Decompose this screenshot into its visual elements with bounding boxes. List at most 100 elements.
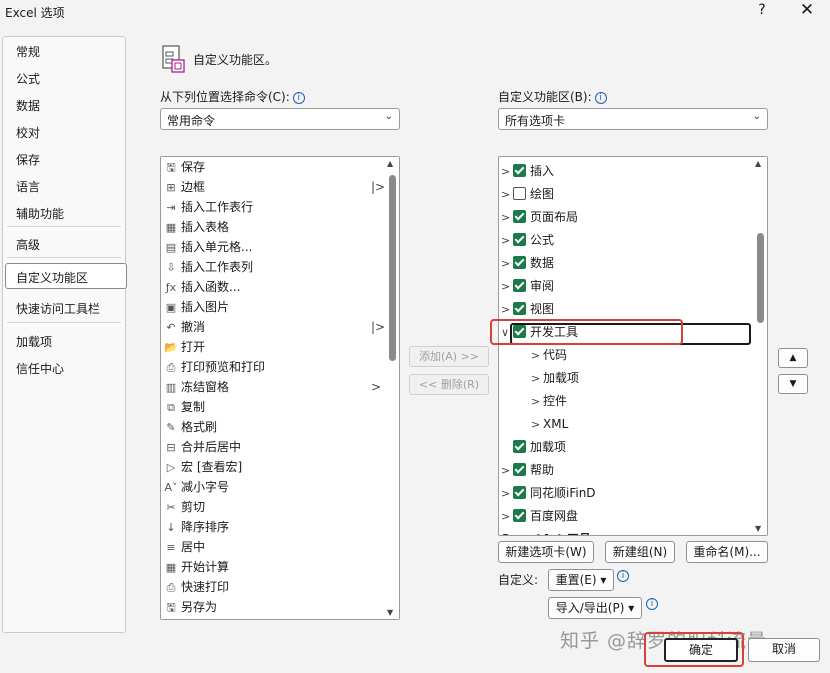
command-item[interactable]: ▷ 宏 [查看宏] <box>163 457 242 477</box>
ribbon-tabs-dropdown[interactable]: 所有选项卡 ⌄ <box>498 108 768 130</box>
new-tab-button[interactable]: 新建选项卡(W) <box>498 541 594 563</box>
commands-source-dropdown[interactable]: 常用命令 ⌄ <box>160 108 400 130</box>
commands-list[interactable]: ▲ ▼ 🖫 保存 ⊞ 边框 |> ⇥ 插入工作表行 ▦ 插入表格 ▤ 插入单元格... ⇩ 插入工作表列… <box>160 156 400 620</box>
expand-icon[interactable]: > <box>531 414 543 436</box>
add-button[interactable]: 添加(A) >> <box>409 346 489 367</box>
tab-checkbox[interactable] <box>513 302 526 315</box>
ribbon-tab-item[interactable]: > 百度网盘 <box>501 505 578 527</box>
category-language[interactable]: 语言 <box>16 178 40 195</box>
expand-icon[interactable]: > <box>501 253 513 275</box>
ribbon-tab-item[interactable]: > 公式 <box>501 229 554 251</box>
ribbon-tabs-tree[interactable]: ▲ ▼ > 插入 > 绘图 > 页面布局 > 公式 > 数据 > 审阅 > 视图 ∨ 开发工具 > 代码 > 加载项 >… <box>498 156 768 536</box>
command-item[interactable]: 🖫 另存为 <box>163 597 217 617</box>
command-item[interactable]: ✎ 格式刷 <box>163 417 217 437</box>
tabs-scrollbar[interactable]: ▲ ▼ <box>754 157 766 535</box>
scroll-up-icon[interactable]: ▲ <box>755 159 761 168</box>
category-proofing[interactable]: 校对 <box>16 124 40 141</box>
expand-icon[interactable]: > <box>501 207 513 229</box>
tab-checkbox[interactable] <box>513 164 526 177</box>
help-button[interactable]: ? <box>752 2 772 22</box>
command-item[interactable]: ⊟ 合并后居中 <box>163 437 241 457</box>
ribbon-tab-item[interactable]: > 插入 <box>501 160 554 182</box>
scroll-down-icon[interactable]: ▼ <box>755 524 761 533</box>
remove-button[interactable]: << 删除(R) <box>409 374 489 395</box>
command-item[interactable]: ⎙ 快速打印 <box>163 577 229 597</box>
category-trust-center[interactable]: 信任中心 <box>16 360 64 377</box>
tab-checkbox[interactable] <box>513 187 526 200</box>
category-quick-access[interactable]: 快速访问工具栏 <box>16 300 100 317</box>
tab-checkbox[interactable] <box>513 509 526 522</box>
command-item[interactable]: ⎙ 打印预览和打印 <box>163 357 265 377</box>
command-item[interactable]: ⇥ 插入工作表行 <box>163 197 253 217</box>
ribbon-tab-item[interactable]: > 视图 <box>501 298 554 320</box>
tab-checkbox[interactable] <box>513 233 526 246</box>
expand-icon[interactable]: > <box>501 506 513 528</box>
expand-icon[interactable]: > <box>501 460 513 482</box>
info-icon[interactable]: i <box>292 92 305 104</box>
info-icon[interactable]: i <box>646 598 658 610</box>
expand-icon[interactable]: > <box>501 184 513 206</box>
command-item[interactable]: ⊞ 边框 |> <box>163 177 385 197</box>
expand-icon[interactable]: > <box>501 161 513 183</box>
command-item[interactable]: ƒx 插入函数... <box>163 277 241 297</box>
ribbon-group-item[interactable]: > 控件 <box>531 390 567 412</box>
move-up-button[interactable]: ▲ <box>778 348 808 368</box>
ribbon-group-item[interactable]: > XML <box>531 413 568 435</box>
rename-button[interactable]: 重命名(M)... <box>686 541 768 563</box>
info-icon[interactable]: i <box>617 570 629 582</box>
new-group-button[interactable]: 新建组(N) <box>605 541 675 563</box>
expand-icon[interactable]: > <box>531 345 543 367</box>
category-advanced[interactable]: 高级 <box>16 236 40 253</box>
category-formulas[interactable]: 公式 <box>16 70 40 87</box>
expand-icon[interactable]: > <box>531 368 543 390</box>
expand-icon[interactable]: > <box>501 230 513 252</box>
command-item[interactable]: ⧉ 复制 <box>163 397 205 417</box>
commands-scrollbar[interactable]: ▲ ▼ <box>386 157 398 619</box>
command-item[interactable]: ▦ 插入表格 <box>163 217 229 237</box>
command-item[interactable]: ▣ 插入图片 <box>163 297 229 317</box>
reset-button[interactable]: 重置(E) ▾ <box>548 569 614 591</box>
command-item[interactable]: ≡ 居中 <box>163 537 205 557</box>
scroll-up-icon[interactable]: ▲ <box>387 159 393 168</box>
scroll-down-icon[interactable]: ▼ <box>387 608 393 617</box>
command-item[interactable]: ✂ 剪切 <box>163 497 205 517</box>
move-down-button[interactable]: ▼ <box>778 374 808 394</box>
command-item[interactable]: ↓ 降序排序 <box>163 517 229 537</box>
category-accessibility[interactable]: 辅助功能 <box>16 205 64 222</box>
tab-checkbox[interactable] <box>513 279 526 292</box>
command-item[interactable]: ↶ 撤消 |> <box>163 317 385 337</box>
tab-checkbox[interactable] <box>513 463 526 476</box>
cancel-button[interactable]: 取消 <box>748 638 820 662</box>
scrollbar-thumb[interactable] <box>389 175 396 361</box>
tab-checkbox[interactable] <box>513 210 526 223</box>
ribbon-group-item[interactable]: > 代码 <box>531 344 567 366</box>
tab-checkbox[interactable] <box>513 486 526 499</box>
scrollbar-thumb[interactable] <box>757 233 764 323</box>
category-addins[interactable]: 加载项 <box>16 333 52 350</box>
command-item[interactable]: 📂 打开 <box>163 337 205 357</box>
command-item[interactable]: ▦ 开始计算 <box>163 557 229 577</box>
expand-icon[interactable]: > <box>501 276 513 298</box>
command-item[interactable]: ⇩ 插入工作表列 <box>163 257 253 277</box>
close-button[interactable]: ✕ <box>796 0 818 22</box>
expand-icon[interactable]: > <box>501 299 513 321</box>
ribbon-group-item[interactable]: > 加载项 <box>531 367 579 389</box>
command-item[interactable]: ▤ 插入单元格... <box>163 237 253 257</box>
tab-checkbox[interactable] <box>513 256 526 269</box>
category-data[interactable]: 数据 <box>16 97 40 114</box>
category-general[interactable]: 常规 <box>16 43 40 60</box>
expand-icon[interactable]: > <box>501 483 513 505</box>
ribbon-tab-item[interactable]: 加载项 <box>501 436 566 458</box>
ribbon-tab-item[interactable]: > 同花顺iFinD <box>501 482 596 504</box>
ribbon-tab-item[interactable]: > 审阅 <box>501 275 554 297</box>
category-customize-ribbon[interactable]: 自定义功能区 <box>16 269 88 286</box>
ribbon-tab-item[interactable]: > 页面布局 <box>501 206 578 228</box>
info-icon[interactable]: i <box>594 92 607 104</box>
import-export-button[interactable]: 导入/导出(P) ▾ <box>548 597 642 619</box>
command-item[interactable]: 🖫 保存 <box>163 157 205 177</box>
ribbon-tab-item[interactable]: > 帮助 <box>501 459 554 481</box>
tab-checkbox[interactable] <box>513 440 526 453</box>
command-item[interactable]: ▥ 冻结窗格 > <box>163 377 381 397</box>
ribbon-tab-item[interactable]: > 绘图 <box>501 183 554 205</box>
category-save[interactable]: 保存 <box>16 151 40 168</box>
